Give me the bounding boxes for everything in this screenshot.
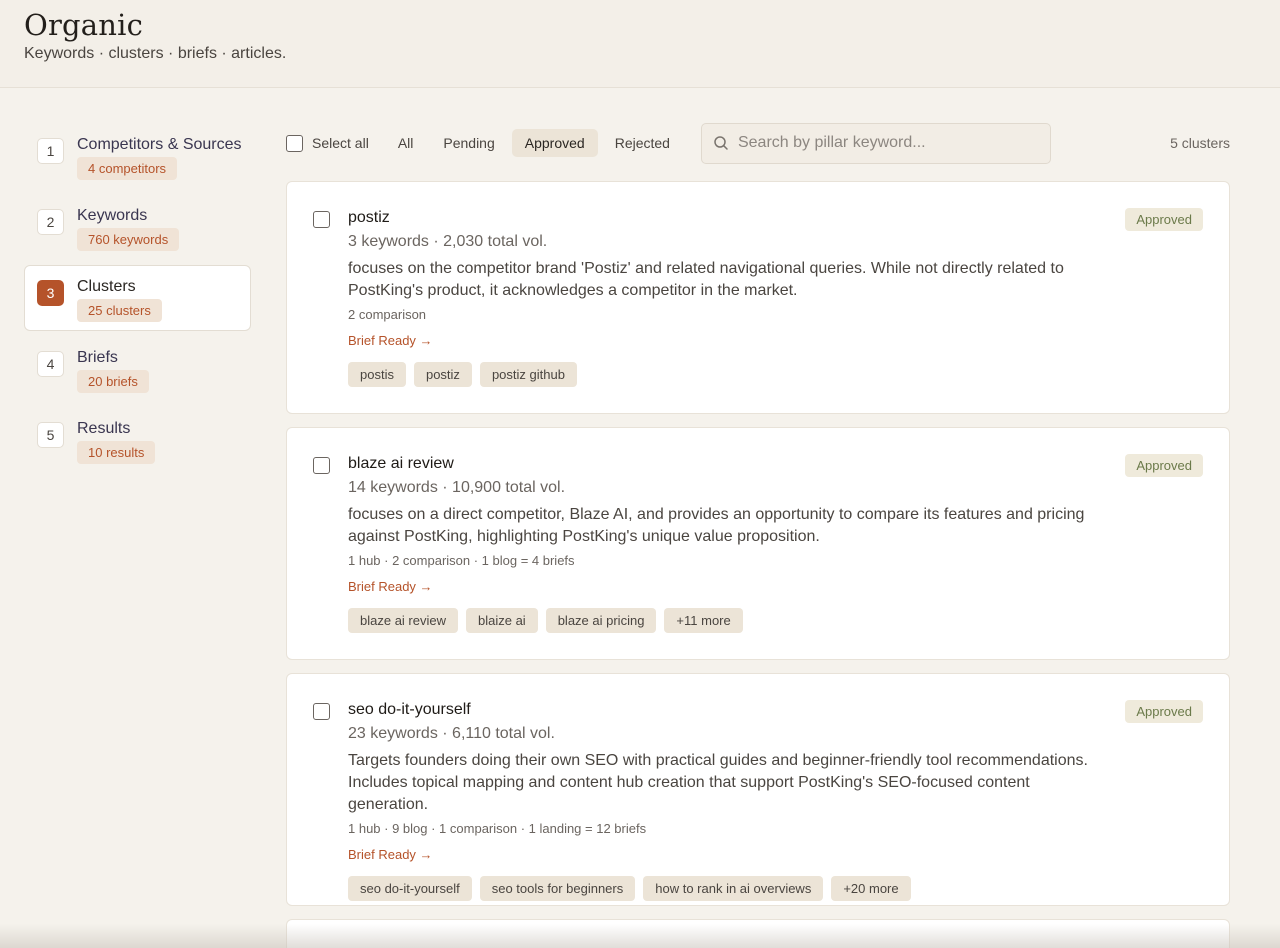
cluster-meta: 23 keywords · 6,110 total vol. [348, 725, 555, 742]
more-keywords-chip[interactable]: +20 more [831, 876, 911, 901]
step-number: 2 [37, 209, 64, 235]
step-label: Briefs [77, 349, 118, 366]
search-input[interactable] [737, 134, 1038, 152]
cluster-description: focuses on the competitor brand 'Postiz'… [348, 260, 1064, 299]
keyword-chip: blaze ai review [348, 608, 458, 633]
cluster-card[interactable]: postiz 3 keywords · 2,030 total vol. foc… [286, 181, 1230, 414]
keyword-chip: seo tools for beginners [479, 876, 636, 901]
brief-breakdown: 2 comparison [348, 307, 427, 322]
step-number: 3 [37, 280, 64, 306]
cluster-toolbar: Select all All Pending Approved Rejected… [286, 122, 1230, 164]
keyword-chip: blaize ai [466, 608, 538, 633]
search-box[interactable] [700, 122, 1051, 164]
filter-rejected[interactable]: Rejected [602, 129, 683, 157]
page-header: Organic Keywords · clusters · briefs · a… [0, 0, 1280, 88]
cluster-checkbox[interactable] [313, 211, 330, 228]
brief-breakdown: 1 hub · 9 blog · 1 comparison · 1 landin… [348, 821, 647, 836]
step-briefs[interactable]: 4 Briefs 20 briefs [24, 336, 251, 402]
search-icon [714, 136, 728, 150]
page-subtitle: Keywords · clusters · briefs · articles. [24, 45, 287, 62]
brief-ready-link[interactable]: Brief Ready → [348, 579, 433, 594]
step-label: Results [77, 420, 131, 437]
cluster-meta: 14 keywords · 10,900 total vol. [348, 479, 566, 496]
step-competitors[interactable]: 1 Competitors & Sources 4 competitors [24, 123, 251, 189]
step-number: 5 [37, 422, 64, 448]
cluster-description: focuses on a direct competitor, Blaze AI… [348, 506, 1085, 545]
keyword-chips: seo do-it-yourself seo tools for beginne… [348, 876, 1229, 901]
step-count-badge: 20 briefs [77, 370, 149, 393]
step-count-badge: 25 clusters [77, 299, 162, 322]
brief-ready-link[interactable]: Brief Ready → [348, 333, 433, 348]
step-count-badge: 760 keywords [77, 228, 180, 251]
step-keywords[interactable]: 2 Keywords 760 keywords [24, 194, 251, 260]
cluster-description: Targets founders doing their own SEO wit… [348, 752, 1088, 813]
cluster-title: seo do-it-yourself [348, 701, 471, 718]
cluster-card[interactable]: blaze ai review 14 keywords · 10,900 tot… [286, 427, 1230, 660]
cluster-meta: 3 keywords · 2,030 total vol. [348, 233, 548, 250]
keyword-chip: seo do-it-yourself [348, 876, 472, 901]
keyword-chip: how to rank in ai overviews [643, 876, 824, 901]
cluster-title: blaze ai review [348, 455, 454, 472]
cluster-checkbox[interactable] [313, 703, 330, 720]
step-number: 1 [37, 138, 64, 164]
filter-all[interactable]: All [385, 129, 427, 157]
keyword-chips: postis postiz postiz github [348, 362, 1229, 387]
page-title: Organic [24, 8, 144, 42]
status-filter-tabs: All Pending Approved Rejected [385, 129, 687, 157]
filter-pending[interactable]: Pending [430, 129, 507, 157]
status-badge: Approved [1125, 208, 1203, 231]
cluster-list: postiz 3 keywords · 2,030 total vol. foc… [286, 181, 1230, 948]
cluster-checkbox[interactable] [313, 457, 330, 474]
cluster-count: 5 clusters [1170, 135, 1230, 151]
filter-approved[interactable]: Approved [511, 129, 598, 157]
select-all-label: Select all [312, 135, 369, 151]
status-badge: Approved [1125, 700, 1203, 723]
select-all-checkbox[interactable] [286, 134, 303, 152]
keyword-chip: postiz github [479, 362, 577, 387]
workflow-steps: 1 Competitors & Sources 4 competitors 2 … [24, 123, 251, 478]
keyword-chip: postis [348, 362, 406, 387]
step-clusters[interactable]: 3 Clusters 25 clusters [24, 265, 251, 331]
select-all-toggle[interactable]: Select all [286, 134, 369, 152]
cluster-card[interactable] [286, 919, 1230, 948]
step-label: Clusters [77, 278, 136, 295]
keyword-chip: postiz [413, 362, 472, 387]
step-count-badge: 10 results [77, 441, 156, 464]
status-badge: Approved [1125, 454, 1203, 477]
cluster-title: postiz [348, 209, 390, 226]
step-count-badge: 4 competitors [77, 157, 178, 180]
keyword-chips: blaze ai review blaize ai blaze ai prici… [348, 608, 1229, 633]
brief-breakdown: 1 hub · 2 comparison · 1 blog = 4 briefs [348, 553, 575, 568]
cluster-card[interactable]: seo do-it-yourself 23 keywords · 6,110 t… [286, 673, 1230, 906]
step-label: Competitors & Sources [77, 136, 242, 153]
step-results[interactable]: 5 Results 10 results [24, 407, 251, 473]
more-keywords-chip[interactable]: +11 more [664, 608, 743, 633]
keyword-chip: blaze ai pricing [545, 608, 657, 633]
step-number: 4 [37, 351, 64, 377]
step-label: Keywords [77, 207, 148, 224]
brief-ready-link[interactable]: Brief Ready → [348, 847, 433, 862]
